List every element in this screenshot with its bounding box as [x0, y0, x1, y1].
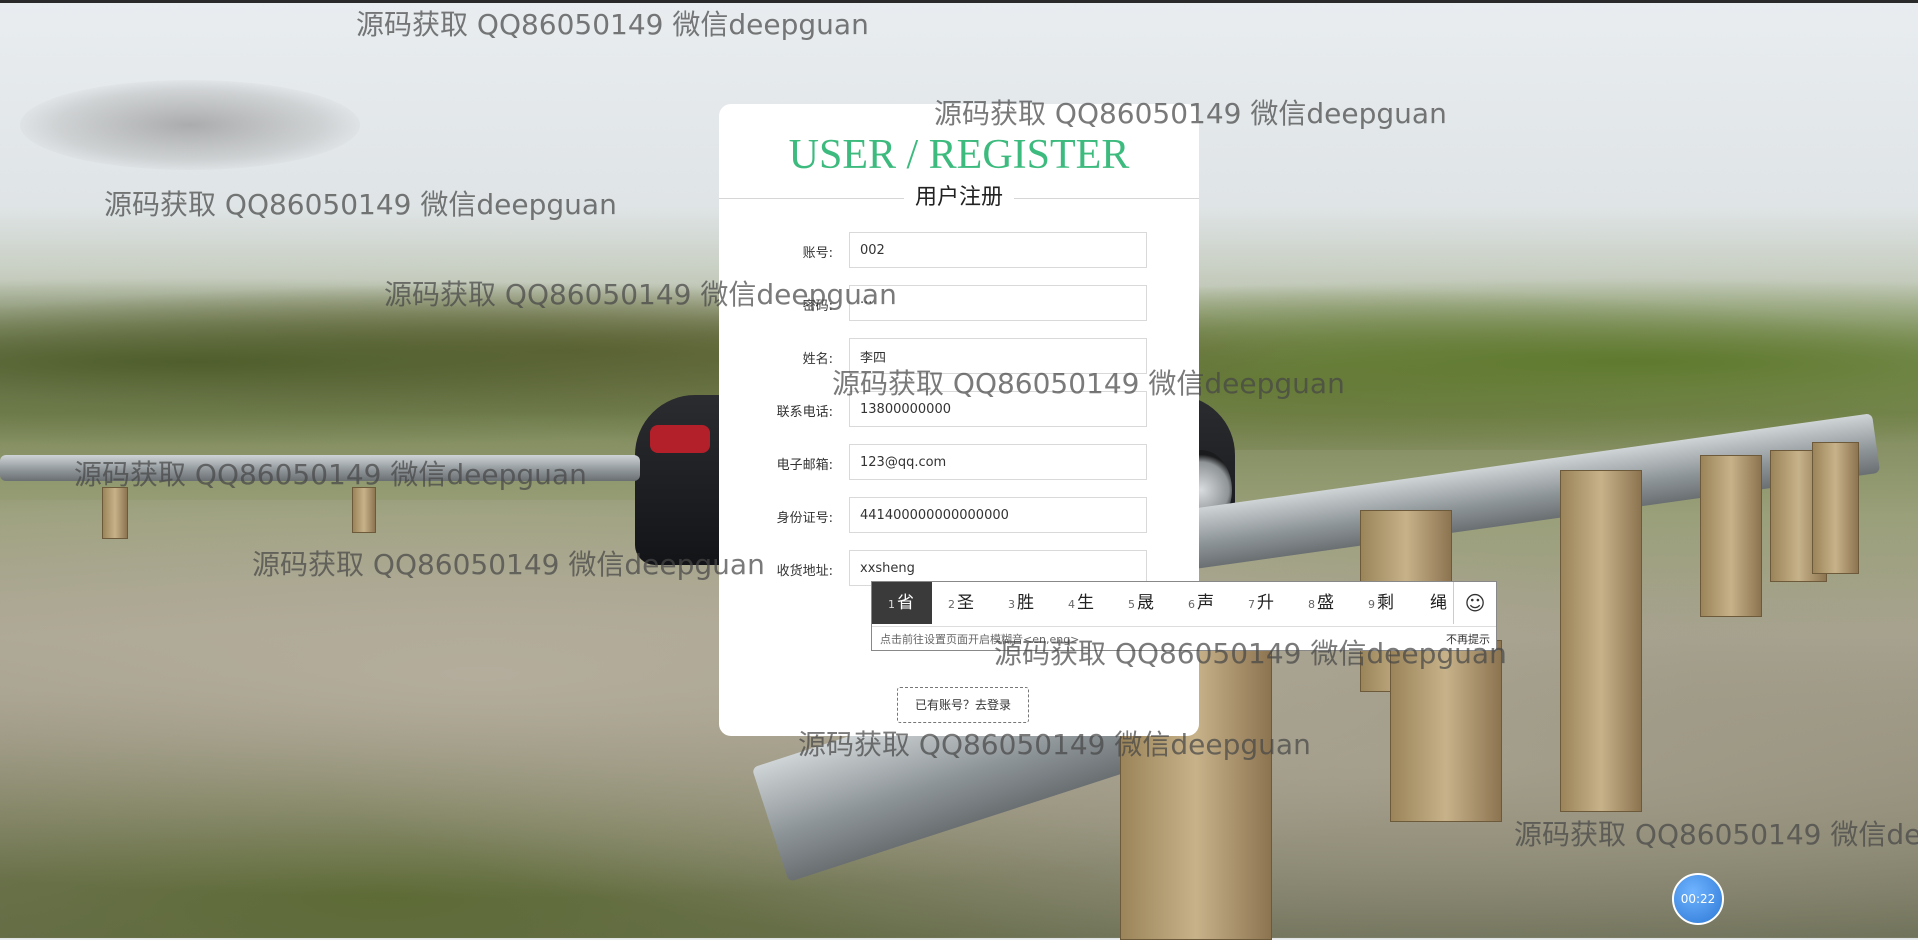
- watermark: 源码获取 QQ86050149 微信deepguan: [74, 458, 587, 491]
- register-title-en: USER / REGISTER: [788, 132, 1130, 178]
- watermark: 源码获取 QQ86050149 微信deepguan: [832, 367, 1345, 400]
- go-login-link[interactable]: 已有账号？去登录: [897, 687, 1029, 723]
- idcard-input[interactable]: [849, 497, 1147, 533]
- ime-candidate[interactable]: 6声: [1172, 582, 1232, 624]
- ime-candidate[interactable]: 5晟: [1112, 582, 1172, 624]
- ime-candidate[interactable]: 4生: [1052, 582, 1112, 624]
- background-car-light: [650, 425, 710, 453]
- name-label: 姓名:: [802, 352, 833, 367]
- watermark: 源码获取 QQ86050149 微信deepguan: [994, 637, 1507, 670]
- ime-candidate-list: 1省 2圣 3胜 4生 5晟 6声 7升 8盛 9剩 绳: [872, 582, 1452, 624]
- register-title-cn: 用户注册: [914, 185, 1003, 210]
- background-post: [1812, 442, 1859, 574]
- account-input[interactable]: [849, 232, 1147, 268]
- ime-candidate[interactable]: 绳: [1412, 582, 1452, 624]
- ime-candidate[interactable]: 3胜: [992, 582, 1052, 624]
- form-row-idcard: 身份证号:: [719, 497, 1199, 535]
- form-row-account: 账号:: [719, 232, 1199, 270]
- watermark: 源码获取 QQ86050149 微信deepguan: [384, 278, 897, 311]
- watermark: 源码获取 QQ86050149 微信deepguan: [934, 97, 1447, 130]
- watermark: 源码获取 QQ86050149 微信deepguan: [356, 8, 869, 41]
- smiley-icon[interactable]: ☺: [1453, 582, 1496, 624]
- idcard-label: 身份证号:: [776, 511, 833, 526]
- account-label: 账号:: [802, 246, 833, 261]
- background-post: [1560, 470, 1642, 812]
- background-post: [1700, 455, 1762, 617]
- background-post: [352, 487, 376, 533]
- email-input[interactable]: [849, 444, 1147, 480]
- register-title-cn-wrap: 用户注册: [719, 181, 1199, 215]
- ime-candidate[interactable]: 8盛: [1292, 582, 1352, 624]
- ime-candidate[interactable]: 1省: [872, 582, 932, 624]
- watermark: 源码获取 QQ86050149 微信deepguan: [104, 188, 617, 221]
- background-post: [102, 487, 128, 539]
- watermark: 源码获取 QQ86050149 微信deepguan: [252, 548, 765, 581]
- phone-label: 联系电话:: [776, 405, 833, 420]
- address-label: 收货地址:: [776, 564, 833, 579]
- email-label: 电子邮箱:: [776, 458, 833, 473]
- ime-candidate[interactable]: 7升: [1232, 582, 1292, 624]
- watermark: 源码获取 QQ86050149 微信deepguan: [1514, 818, 1918, 851]
- ime-candidate[interactable]: 2圣: [932, 582, 992, 624]
- background-cloud: [20, 80, 360, 170]
- watermark: 源码获取 QQ86050149 微信deepguan: [798, 728, 1311, 761]
- form-row-email: 电子邮箱:: [719, 444, 1199, 482]
- top-border: [0, 0, 1918, 3]
- timer-badge[interactable]: 00:22: [1672, 873, 1724, 925]
- ime-candidate[interactable]: 9剩: [1352, 582, 1412, 624]
